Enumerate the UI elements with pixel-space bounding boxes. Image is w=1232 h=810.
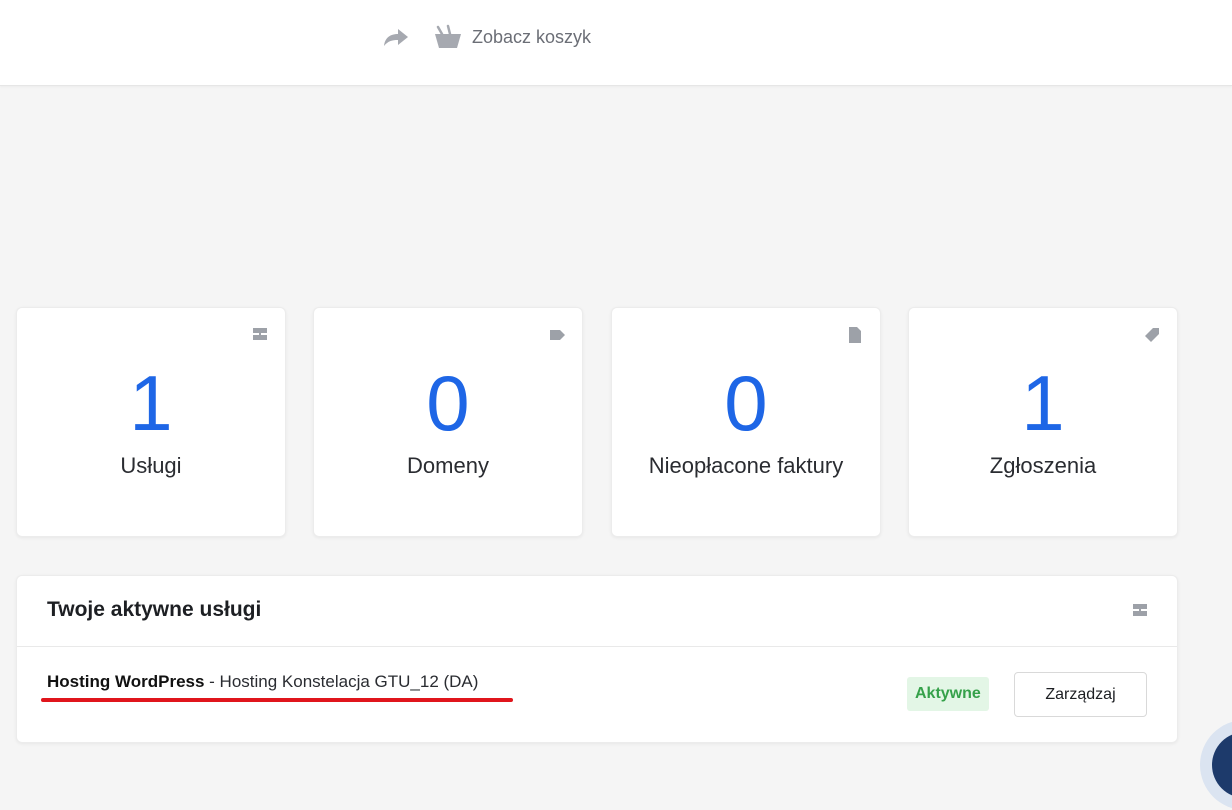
- service-row: Hosting WordPress - Hosting Konstelacja …: [17, 647, 1177, 742]
- panel-header: Twoje aktywne usługi: [17, 576, 1177, 647]
- panel-title: Twoje aktywne usługi: [47, 598, 262, 621]
- basket-icon: [434, 24, 462, 50]
- tag-icon: [548, 326, 566, 344]
- unpaid-invoices-count: 0: [724, 359, 768, 447]
- service-detail: - Hosting Konstelacja GTU_12 (DA): [204, 672, 479, 691]
- server-icon: [1131, 602, 1149, 620]
- manage-button[interactable]: Zarządzaj: [1014, 672, 1147, 717]
- share-arrow-icon[interactable]: [382, 26, 410, 50]
- chat-widget-button[interactable]: [1200, 720, 1232, 810]
- unpaid-invoices-title: Nieopłacone faktury: [648, 453, 844, 478]
- tile-tickets[interactable]: 1 Zgłoszenia: [908, 307, 1178, 537]
- tickets-title: Zgłoszenia: [989, 453, 1097, 478]
- document-icon: [846, 326, 864, 344]
- tile-unpaid-invoices[interactable]: 0 Nieopłacone faktury: [611, 307, 881, 537]
- annotation-underline: [41, 698, 513, 702]
- ticket-icon: [1143, 326, 1161, 344]
- active-services-panel: Twoje aktywne usługi Hosting WordPress -…: [16, 575, 1178, 743]
- top-navigation-bar: Zobacz koszyk: [0, 0, 1232, 86]
- tile-domains[interactable]: 0 Domeny: [313, 307, 583, 537]
- services-title: Usługi: [120, 453, 182, 478]
- service-name-link[interactable]: Hosting WordPress - Hosting Konstelacja …: [47, 672, 478, 692]
- tickets-count: 1: [1021, 359, 1065, 447]
- server-icon: [251, 326, 269, 344]
- status-badge: Aktywne: [907, 677, 989, 711]
- service-product: Hosting WordPress: [47, 672, 205, 691]
- view-cart-label: Zobacz koszyk: [472, 26, 592, 47]
- domains-count: 0: [426, 359, 470, 447]
- domains-title: Domeny: [407, 453, 489, 478]
- view-cart-link[interactable]: Zobacz koszyk: [434, 24, 591, 50]
- chat-icon: [1212, 732, 1232, 798]
- tile-services[interactable]: 1 Usługi: [16, 307, 286, 537]
- services-count: 1: [129, 359, 173, 447]
